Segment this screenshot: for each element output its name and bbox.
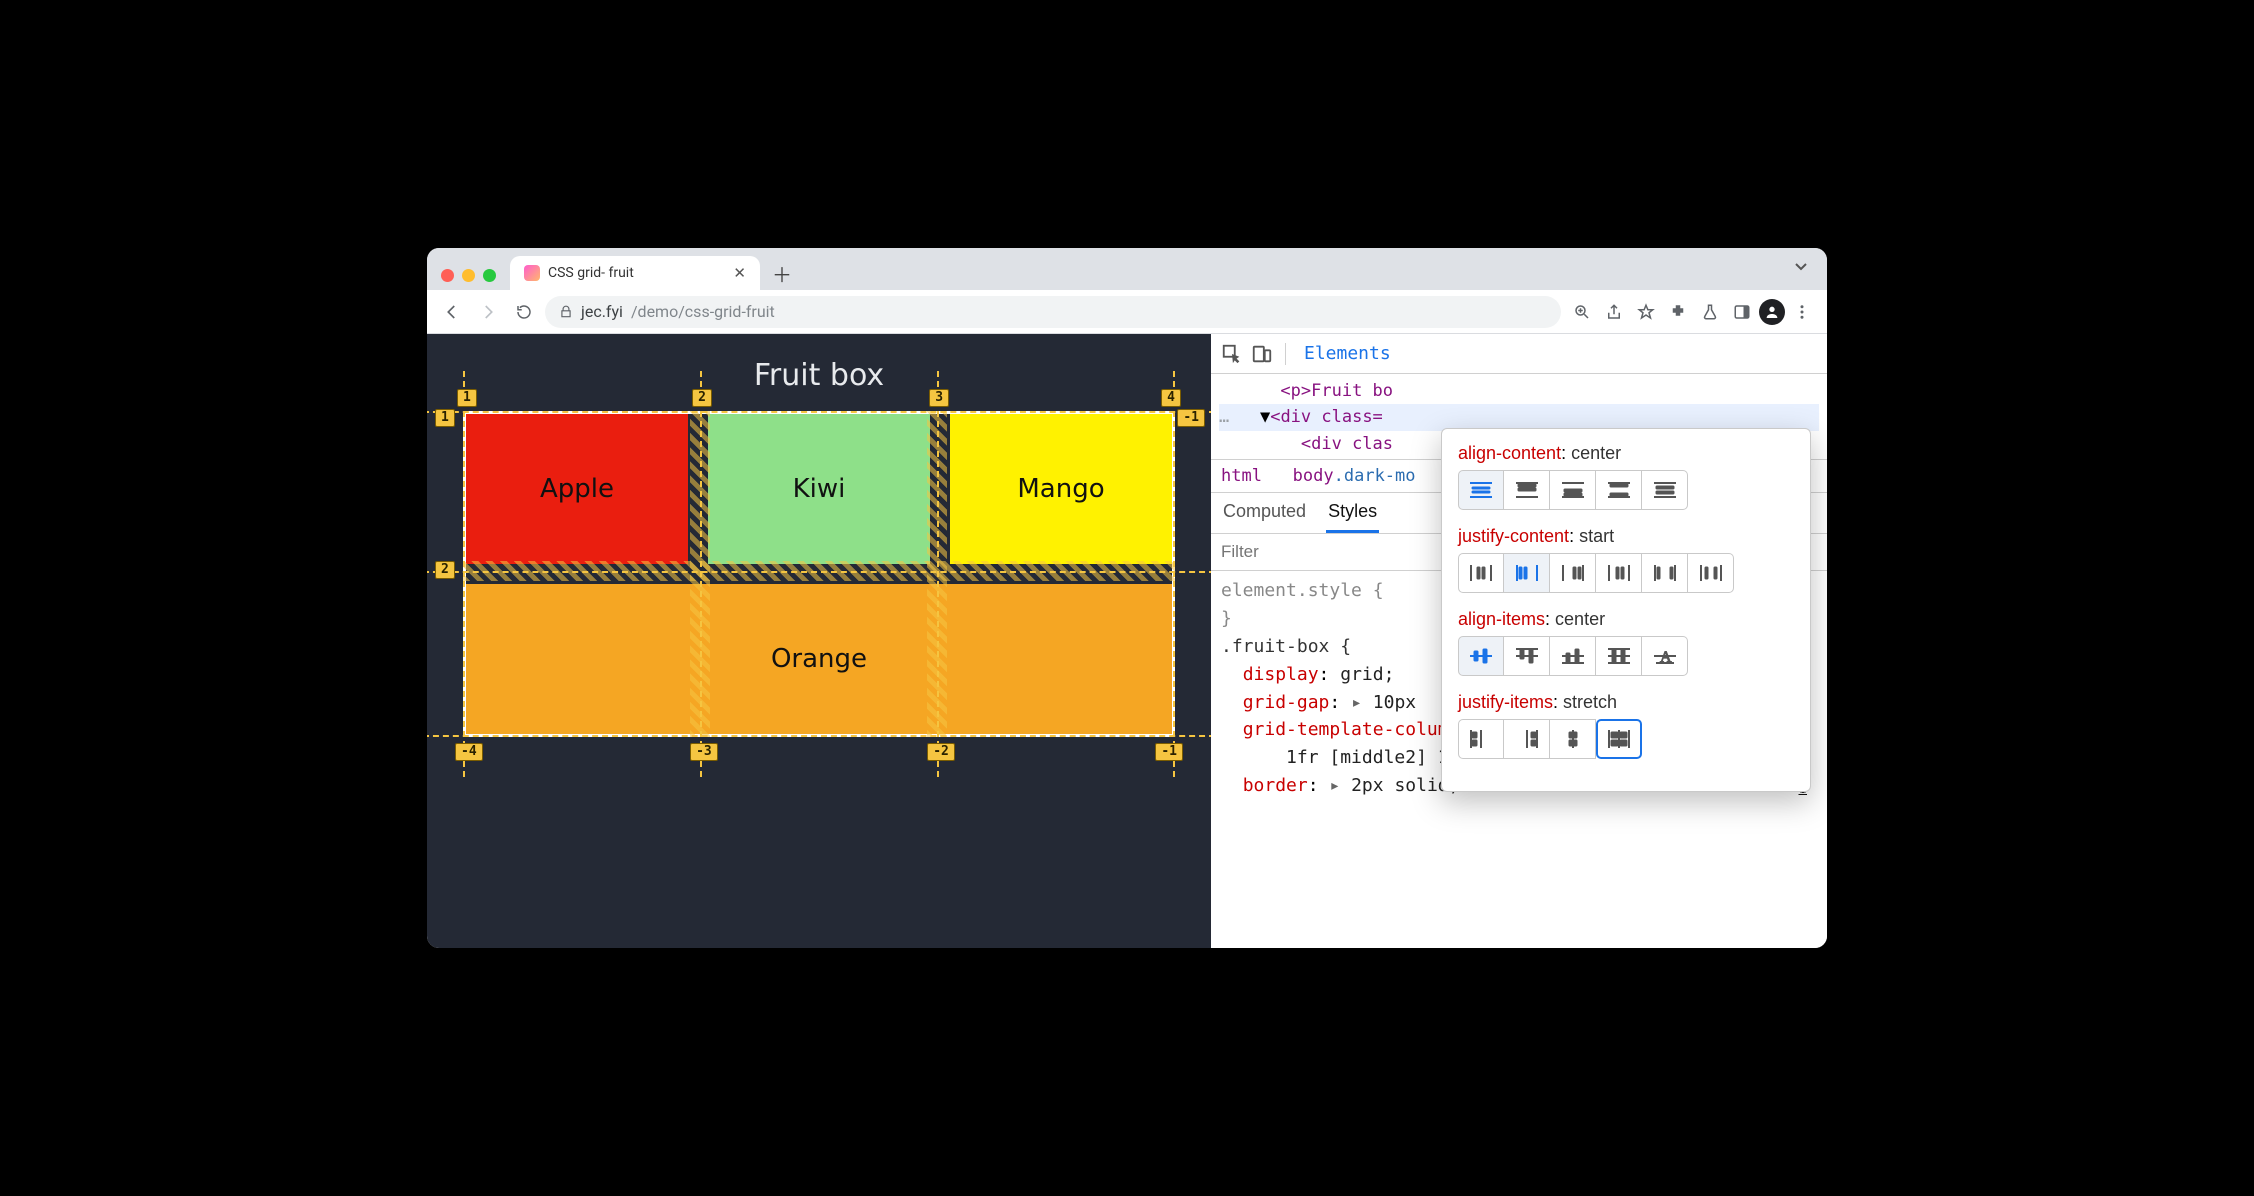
cell-kiwi: Kiwi xyxy=(708,414,930,564)
cell-mango: Mango xyxy=(950,414,1172,564)
align-option-ji-center[interactable] xyxy=(1550,719,1596,759)
popover-group-align-content: align-content: center xyxy=(1458,443,1794,510)
maximize-window-button[interactable] xyxy=(483,269,496,282)
subtab-computed[interactable]: Computed xyxy=(1221,493,1308,533)
align-option-jc-start[interactable] xyxy=(1504,553,1550,593)
popover-label: align-items: center xyxy=(1458,609,1794,630)
tab-strip: CSS grid- fruit ✕ ＋ xyxy=(427,248,1827,290)
align-option-ac-end[interactable] xyxy=(1550,470,1596,510)
tab-title: CSS grid- fruit xyxy=(548,265,634,281)
labs-button[interactable] xyxy=(1695,297,1725,327)
align-option-jc-center[interactable] xyxy=(1596,553,1642,593)
flex-grid-editor-popover: align-content: center justify-content: st… xyxy=(1441,428,1811,792)
popover-label: justify-content: start xyxy=(1458,526,1794,547)
align-option-ac-between[interactable] xyxy=(1596,470,1642,510)
cell-apple: Apple xyxy=(466,414,688,564)
align-option-jc-pack[interactable] xyxy=(1458,553,1504,593)
share-button[interactable] xyxy=(1599,297,1629,327)
popover-group-align-items: align-items: center A xyxy=(1458,609,1794,676)
zoom-button[interactable] xyxy=(1567,297,1597,327)
col-label: 4 xyxy=(1161,389,1181,407)
lock-icon xyxy=(559,305,573,319)
row-label: 2 xyxy=(435,561,455,579)
page-title: Fruit box xyxy=(427,358,1211,393)
address-bar[interactable]: jec.fyi/demo/css-grid-fruit xyxy=(545,296,1561,328)
align-option-ai-center[interactable] xyxy=(1458,636,1504,676)
align-option-ai-start[interactable] xyxy=(1504,636,1550,676)
col-label-neg: -4 xyxy=(455,743,483,761)
reload-button[interactable] xyxy=(509,297,539,327)
tab-close-button[interactable]: ✕ xyxy=(733,264,746,282)
cell-orange: Orange xyxy=(466,584,1172,734)
col-label-neg: -1 xyxy=(1155,743,1183,761)
menu-button[interactable] xyxy=(1787,297,1817,327)
bookmark-button[interactable] xyxy=(1631,297,1661,327)
col-label: 1 xyxy=(457,389,477,407)
close-window-button[interactable] xyxy=(441,269,454,282)
inspect-button[interactable] xyxy=(1221,343,1243,365)
device-toggle-button[interactable] xyxy=(1251,343,1273,365)
col-label-neg: -3 xyxy=(690,743,718,761)
align-option-ai-baseline[interactable]: A xyxy=(1642,636,1688,676)
rendered-page: Fruit box Apple Kiwi Mango Orange 1 2 xyxy=(427,334,1211,948)
col-label-neg: -2 xyxy=(927,743,955,761)
align-option-ji-start[interactable] xyxy=(1458,719,1504,759)
sidepanel-button[interactable] xyxy=(1727,297,1757,327)
row-label: -1 xyxy=(1177,409,1205,427)
new-tab-button[interactable]: ＋ xyxy=(768,259,796,287)
url-path: /demo/css-grid-fruit xyxy=(631,302,775,321)
align-option-ai-end[interactable] xyxy=(1550,636,1596,676)
panel-tab-elements[interactable]: Elements xyxy=(1298,339,1397,368)
minimize-window-button[interactable] xyxy=(462,269,475,282)
align-option-jc-end[interactable] xyxy=(1550,553,1596,593)
subtab-styles[interactable]: Styles xyxy=(1326,493,1379,533)
devtools-toolbar: Elements xyxy=(1211,334,1827,374)
browser-window: CSS grid- fruit ✕ ＋ jec.fyi/demo/css-gri… xyxy=(427,248,1827,948)
align-option-ai-stretch[interactable] xyxy=(1596,636,1642,676)
toolbar-right xyxy=(1567,297,1817,327)
extensions-button[interactable] xyxy=(1663,297,1693,327)
window-controls xyxy=(435,269,506,290)
back-button[interactable] xyxy=(437,297,467,327)
align-option-jc-between[interactable] xyxy=(1642,553,1688,593)
browser-tab[interactable]: CSS grid- fruit ✕ xyxy=(510,256,760,290)
grid-overlay-wrap: Apple Kiwi Mango Orange 1 2 3 4 1 2 -1 -… xyxy=(463,411,1175,737)
tabstrip-dropdown-button[interactable] xyxy=(1793,258,1809,274)
toolbar: jec.fyi/demo/css-grid-fruit xyxy=(427,290,1827,334)
col-label: 2 xyxy=(692,389,712,407)
row-label: 1 xyxy=(435,409,455,427)
align-option-ac-start[interactable] xyxy=(1504,470,1550,510)
favicon-icon xyxy=(524,265,540,281)
align-option-ac-around[interactable] xyxy=(1642,470,1688,510)
align-option-ac-center[interactable] xyxy=(1458,470,1504,510)
align-option-ji-stretch[interactable] xyxy=(1596,719,1642,759)
align-option-ji-end[interactable] xyxy=(1504,719,1550,759)
forward-button[interactable] xyxy=(473,297,503,327)
col-label: 3 xyxy=(929,389,949,407)
url-host: jec.fyi xyxy=(581,302,623,321)
popover-group-justify-content: justify-content: start xyxy=(1458,526,1794,593)
align-option-jc-around[interactable] xyxy=(1688,553,1734,593)
profile-button[interactable] xyxy=(1759,299,1785,325)
ellipsis-icon: … xyxy=(1219,407,1229,427)
popover-group-justify-items: justify-items: stretch xyxy=(1458,692,1794,759)
popover-label: align-content: center xyxy=(1458,443,1794,464)
popover-label: justify-items: stretch xyxy=(1458,692,1794,713)
